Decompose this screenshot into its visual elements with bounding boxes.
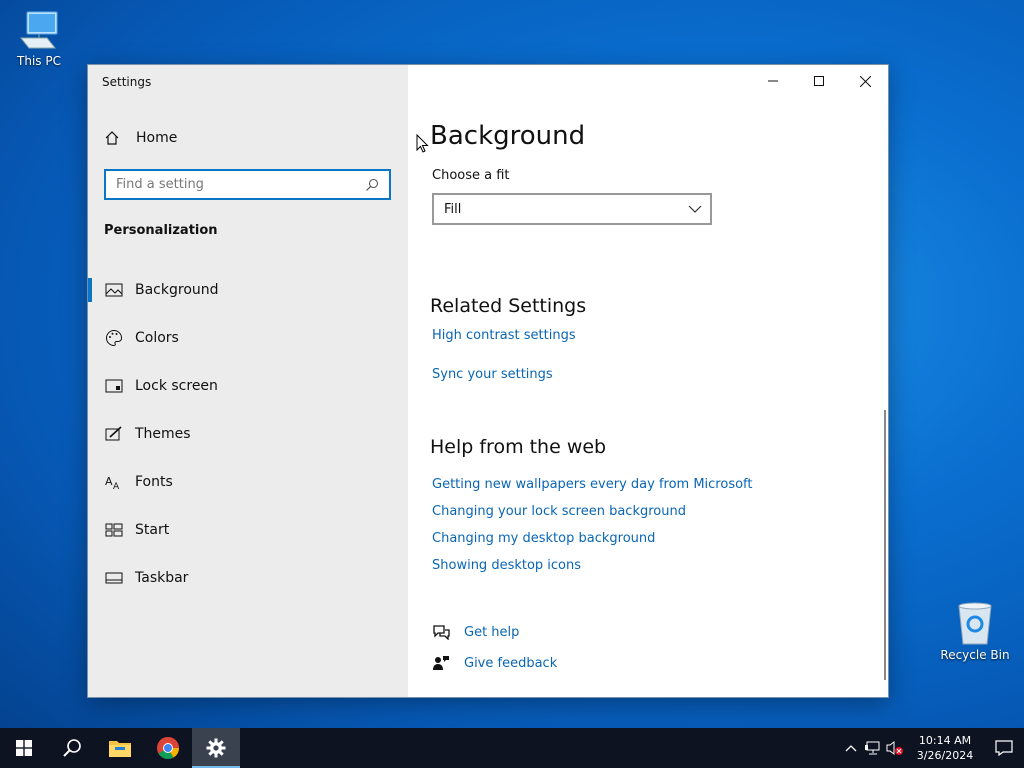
help-heading: Help from the web (430, 436, 607, 458)
minimize-button[interactable] (750, 65, 796, 97)
network-icon (865, 741, 880, 755)
section-title: Personalization (104, 223, 218, 238)
sidebar-item-label: Lock screen (135, 378, 218, 394)
get-help-label: Get help (464, 624, 520, 640)
chrome-button[interactable] (144, 728, 192, 768)
sidebar-item-label: Background (135, 282, 219, 298)
sidebar-item-taskbar[interactable]: Taskbar (88, 554, 408, 602)
search-box[interactable] (104, 169, 391, 200)
sidebar-item-themes[interactable]: Themes (88, 410, 408, 458)
notification-icon (995, 740, 1013, 756)
start-grid-icon (104, 523, 124, 537)
feedback-icon (432, 655, 450, 671)
themes-brush-icon (104, 426, 124, 442)
computer-icon (19, 11, 58, 49)
minimize-icon (768, 80, 778, 82)
give-feedback-link[interactable]: Give feedback (432, 655, 557, 671)
help-link-desktop-icons[interactable]: Showing desktop icons (432, 558, 581, 573)
personalization-nav: Background Colors Lock screen Themes A A… (88, 266, 408, 602)
taskbar-search-button[interactable] (48, 728, 96, 768)
taskbar-icon (104, 572, 124, 584)
sidebar-item-label: Start (135, 522, 170, 538)
desktop-icon-label: Recycle Bin (940, 648, 1010, 662)
related-settings-heading: Related Settings (430, 295, 587, 317)
home-icon (104, 130, 124, 146)
mouse-cursor-icon (416, 134, 429, 153)
sidebar-item-label: Taskbar (135, 570, 189, 586)
help-link-wallpapers[interactable]: Getting new wallpapers every day from Mi… (432, 477, 753, 492)
taskbar: 10:14 AM 3/26/2024 (0, 728, 1024, 768)
clock-time: 10:14 AM (918, 734, 972, 747)
search-input[interactable] (116, 177, 365, 192)
settings-content: Background Choose a fit Fill Related Set… (408, 65, 888, 697)
volume-button[interactable] (884, 728, 906, 768)
windows-logo-icon (16, 740, 32, 756)
chevron-up-icon (845, 745, 857, 752)
maximize-button[interactable] (796, 65, 842, 97)
help-link-lock-screen[interactable]: Changing your lock screen background (432, 504, 686, 519)
action-center-button[interactable] (984, 728, 1024, 768)
lock-screen-icon (104, 379, 124, 393)
file-explorer-button[interactable] (96, 728, 144, 768)
choose-fit-dropdown[interactable]: Fill (432, 193, 712, 225)
fonts-icon: AA (104, 474, 124, 490)
sidebar-item-label: Themes (135, 426, 191, 442)
recycle-bin-icon (958, 602, 992, 645)
page-title: Background (430, 121, 586, 151)
sidebar-item-start[interactable]: Start (88, 506, 408, 554)
give-feedback-label: Give feedback (464, 655, 558, 671)
palette-icon (104, 329, 124, 347)
clock-date: 3/26/2024 (916, 749, 974, 762)
maximize-icon (814, 76, 824, 86)
settings-taskbar-button[interactable] (192, 728, 240, 768)
home-nav-button[interactable]: Home (104, 127, 177, 149)
sidebar-item-fonts[interactable]: AA Fonts (88, 458, 408, 506)
choose-fit-label: Choose a fit (432, 168, 510, 183)
recycle-bin-desktop-icon[interactable]: Recycle Bin (937, 600, 1013, 662)
chrome-icon (157, 737, 179, 759)
gear-icon (206, 738, 226, 758)
this-pc-desktop-icon[interactable]: This PC (1, 8, 77, 68)
search-icon (63, 739, 81, 757)
svg-text:A: A (105, 475, 113, 488)
chevron-down-icon (688, 205, 702, 213)
get-help-link[interactable]: Get help (432, 624, 519, 640)
volume-muted-icon (886, 741, 903, 755)
sidebar-item-label: Fonts (135, 474, 173, 490)
taskbar-clock[interactable]: 10:14 AM 3/26/2024 (906, 733, 984, 763)
sync-settings-link[interactable]: Sync your settings (432, 367, 553, 382)
show-hidden-icons-button[interactable] (840, 728, 862, 768)
sidebar-item-colors[interactable]: Colors (88, 314, 408, 362)
content-scrollbar[interactable] (884, 410, 886, 680)
home-label: Home (136, 130, 178, 146)
search-icon[interactable] (365, 178, 379, 192)
settings-window: Settings Home Personalization Background (88, 65, 888, 697)
sidebar-item-label: Colors (135, 330, 179, 346)
settings-sidebar: Settings Home Personalization Background (88, 65, 408, 697)
sidebar-item-lock-screen[interactable]: Lock screen (88, 362, 408, 410)
picture-icon (104, 283, 124, 297)
window-controls (750, 65, 888, 97)
high-contrast-link[interactable]: High contrast settings (432, 328, 576, 343)
system-tray: 10:14 AM 3/26/2024 (840, 728, 1024, 768)
folder-icon (109, 741, 131, 757)
help-link-desktop-background[interactable]: Changing my desktop background (432, 531, 655, 546)
get-help-icon (432, 624, 450, 640)
close-button[interactable] (842, 65, 888, 97)
network-button[interactable] (862, 728, 884, 768)
svg-text:A: A (113, 482, 120, 490)
start-button[interactable] (0, 728, 48, 768)
sidebar-item-background[interactable]: Background (88, 266, 408, 314)
desktop-icon-label: This PC (17, 54, 61, 68)
window-title: Settings (102, 75, 152, 89)
close-icon (859, 75, 871, 87)
choose-fit-value: Fill (444, 201, 462, 217)
